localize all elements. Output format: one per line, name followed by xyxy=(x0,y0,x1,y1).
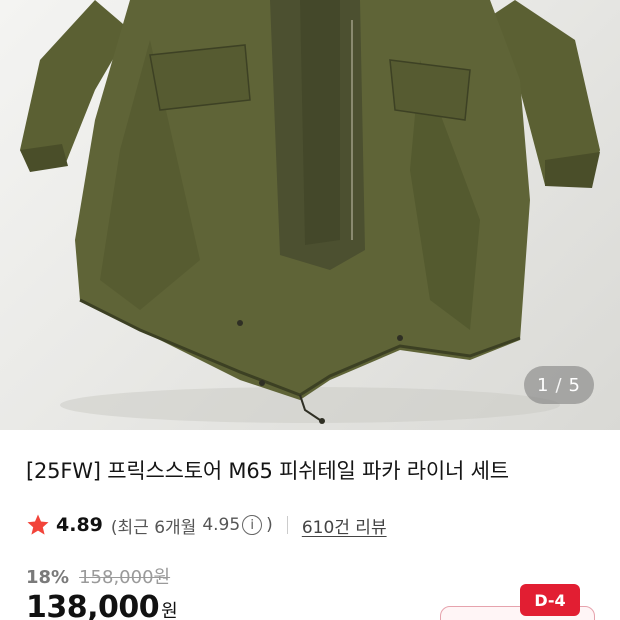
price-unit: 원 xyxy=(161,601,178,620)
recent-rating-value: 4.95 xyxy=(202,515,241,535)
rating-row: 4.89 (최근 6개월 4.95 i ) 610건 리뷰 xyxy=(26,510,387,540)
price-row: 138,000 원 xyxy=(26,590,178,620)
info-icon[interactable]: i xyxy=(242,515,263,535)
discount-rate: 18% xyxy=(26,567,70,588)
image-counter-separator: / xyxy=(555,374,563,396)
original-price: 158,000원 xyxy=(79,567,171,588)
product-title: [25FW] 프릭스스토어 M65 피쉬테일 파카 라이너 세트 xyxy=(26,459,509,483)
star-icon xyxy=(27,514,49,535)
recent-rating-label: (최근 6개월 xyxy=(110,517,197,538)
review-count-link[interactable]: 610건 리뷰 xyxy=(302,513,387,538)
image-counter-current: 1 xyxy=(537,374,550,396)
image-counter-total: 5 xyxy=(568,374,581,396)
rating-score: 4.89 xyxy=(56,514,103,536)
rating-divider xyxy=(286,516,288,534)
parka-illustration xyxy=(20,0,600,424)
recent-rating-close: ) xyxy=(266,515,273,535)
sale-price: 138,000 xyxy=(26,590,160,620)
dday-badge: D-4 xyxy=(520,584,580,616)
image-counter: 1 / 5 xyxy=(524,366,594,404)
product-image[interactable]: 1 / 5 xyxy=(0,0,620,430)
discount-row: 18% 158,000원 xyxy=(26,563,170,589)
